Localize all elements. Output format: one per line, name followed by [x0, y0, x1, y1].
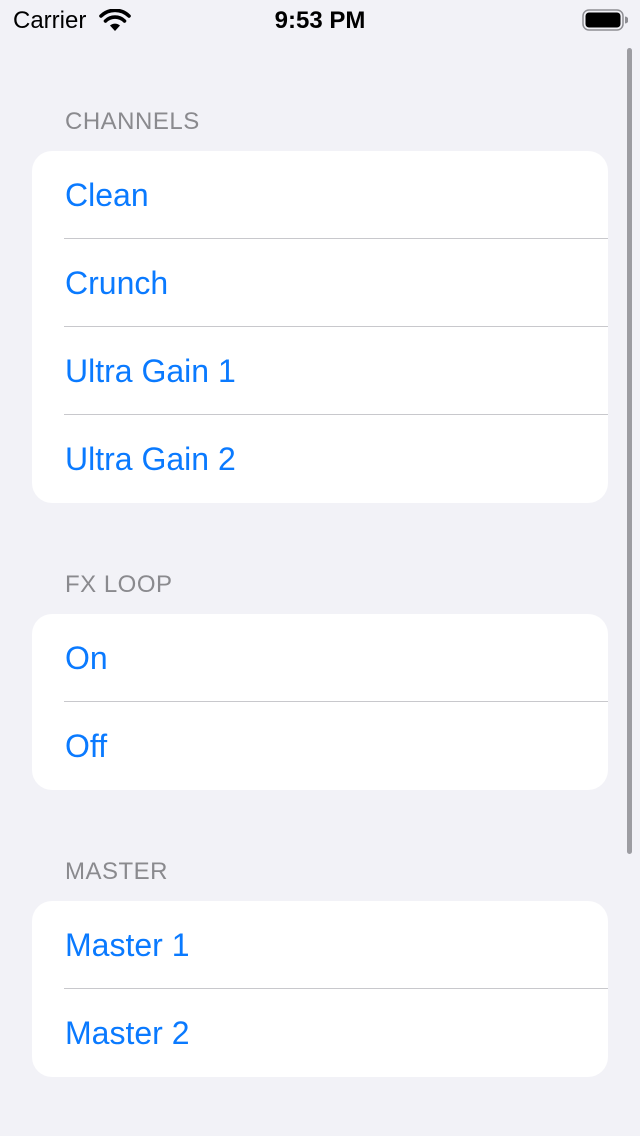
- list-item-label: Master 2: [65, 1015, 190, 1051]
- section-header-channels: CHANNELS: [65, 108, 200, 135]
- list-item-ultra-gain-1[interactable]: Ultra Gain 1: [32, 327, 608, 415]
- list-item-master-1[interactable]: Master 1: [32, 901, 608, 989]
- list-item-label: Crunch: [65, 265, 169, 301]
- battery-icon: [582, 9, 628, 31]
- status-time: 9:53 PM: [274, 7, 366, 34]
- list-item-master-2[interactable]: Master 2: [32, 989, 608, 1077]
- list-item-label: Ultra Gain 1: [65, 353, 236, 389]
- list-item-label: Ultra Gain 2: [65, 441, 236, 477]
- list-item-on[interactable]: On: [32, 614, 608, 702]
- list-item-label: Off: [65, 728, 108, 764]
- channels-group: Clean Crunch Ultra Gain 1 Ultra Gain 2: [32, 151, 608, 503]
- list-item-clean[interactable]: Clean: [32, 151, 608, 239]
- fx-loop-group: On Off: [32, 614, 608, 790]
- section-header-fx-loop: FX LOOP: [65, 571, 173, 598]
- list-item-label: Master 1: [65, 927, 190, 963]
- list-item-ultra-gain-2[interactable]: Ultra Gain 2: [32, 415, 608, 503]
- status-bar: Carrier 9:53 PM: [0, 0, 640, 40]
- section-header-master: MASTER: [65, 858, 169, 885]
- list-item-off[interactable]: Off: [32, 702, 608, 790]
- scroll-indicator[interactable]: [627, 48, 632, 854]
- list-item-label: Clean: [65, 177, 149, 213]
- list-item-crunch[interactable]: Crunch: [32, 239, 608, 327]
- master-group: Master 1 Master 2: [32, 901, 608, 1077]
- list-item-label: On: [65, 640, 108, 676]
